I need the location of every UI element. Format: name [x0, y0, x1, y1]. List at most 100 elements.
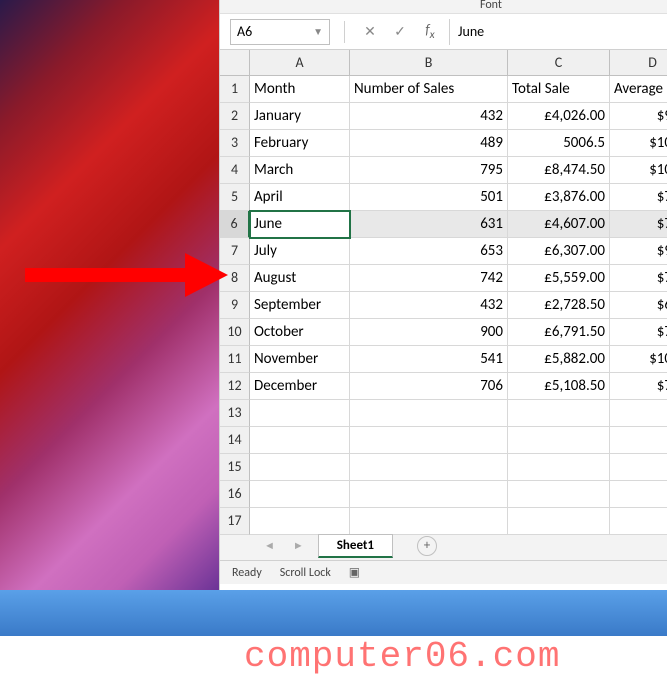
cell[interactable]: 5006.5 — [508, 130, 610, 157]
cell[interactable]: 489 — [350, 130, 508, 157]
row-header[interactable]: 10 — [220, 319, 250, 346]
column-header-C[interactable]: C — [508, 50, 610, 76]
cell[interactable]: £5,882.00 — [508, 346, 610, 373]
cell[interactable]: £6,791.50 — [508, 319, 610, 346]
fx-icon[interactable]: fx — [419, 21, 441, 42]
cell[interactable] — [610, 481, 667, 508]
dropdown-icon[interactable]: ▼ — [313, 25, 323, 38]
cell[interactable]: June — [250, 211, 350, 238]
cell[interactable]: $10.87 — [610, 346, 667, 373]
cell[interactable] — [610, 454, 667, 481]
cell[interactable]: $9.32 — [610, 103, 667, 130]
row-header[interactable]: 9 — [220, 292, 250, 319]
cell[interactable]: $7.49 — [610, 265, 667, 292]
cell[interactable] — [350, 400, 508, 427]
cell[interactable]: £5,108.50 — [508, 373, 610, 400]
tab-nav-prev-icon[interactable]: ◄ — [260, 539, 279, 552]
column-header-A[interactable]: A — [250, 50, 350, 76]
row-header[interactable]: 17 — [220, 508, 250, 535]
cell[interactable]: 900 — [350, 319, 508, 346]
row-header[interactable]: 3 — [220, 130, 250, 157]
cell[interactable]: January — [250, 103, 350, 130]
cell[interactable] — [508, 427, 610, 454]
row-header[interactable]: 4 — [220, 157, 250, 184]
row-header[interactable]: 11 — [220, 346, 250, 373]
cell[interactable]: September — [250, 292, 350, 319]
cell[interactable]: £2,728.50 — [508, 292, 610, 319]
cell[interactable] — [350, 454, 508, 481]
cell[interactable]: 541 — [350, 346, 508, 373]
cell[interactable]: December — [250, 373, 350, 400]
cell[interactable] — [610, 508, 667, 535]
cell[interactable]: February — [250, 130, 350, 157]
cell[interactable]: $6.32 — [610, 292, 667, 319]
cell[interactable] — [508, 481, 610, 508]
cell[interactable] — [250, 454, 350, 481]
cancel-icon[interactable]: ✕ — [359, 23, 381, 40]
add-sheet-button[interactable]: + — [417, 536, 437, 556]
row-header[interactable]: 13 — [220, 400, 250, 427]
cell[interactable]: 432 — [350, 103, 508, 130]
enter-icon[interactable]: ✓ — [389, 23, 411, 40]
cell[interactable]: 631 — [350, 211, 508, 238]
cell[interactable] — [508, 508, 610, 535]
select-all-corner[interactable] — [220, 50, 250, 76]
column-header-B[interactable]: B — [350, 50, 508, 76]
cell[interactable] — [250, 400, 350, 427]
windows-taskbar[interactable] — [0, 590, 667, 636]
cell[interactable]: $9.66 — [610, 238, 667, 265]
cell[interactable] — [250, 427, 350, 454]
cell[interactable]: July — [250, 238, 350, 265]
cell[interactable] — [508, 400, 610, 427]
cell[interactable]: £4,607.00 — [508, 211, 610, 238]
cell[interactable]: 795 — [350, 157, 508, 184]
row-header[interactable]: 12 — [220, 373, 250, 400]
cell[interactable] — [350, 427, 508, 454]
formula-bar[interactable]: June — [449, 19, 667, 45]
row-header[interactable]: 7 — [220, 238, 250, 265]
cell[interactable]: November — [250, 346, 350, 373]
cell[interactable]: £6,307.00 — [508, 238, 610, 265]
cell[interactable]: $10.66 — [610, 157, 667, 184]
cell[interactable]: 653 — [350, 238, 508, 265]
cell[interactable] — [610, 427, 667, 454]
cell[interactable] — [350, 508, 508, 535]
row-header[interactable]: 16 — [220, 481, 250, 508]
cell[interactable]: £4,026.00 — [508, 103, 610, 130]
cell[interactable]: 501 — [350, 184, 508, 211]
cell[interactable]: Number of Sales — [350, 76, 508, 103]
cell[interactable]: 706 — [350, 373, 508, 400]
row-header[interactable]: 2 — [220, 103, 250, 130]
cell[interactable]: Average — [610, 76, 667, 103]
row-header[interactable]: 1 — [220, 76, 250, 103]
cell[interactable]: £5,559.00 — [508, 265, 610, 292]
cell[interactable]: £3,876.00 — [508, 184, 610, 211]
cell[interactable]: $7.24 — [610, 373, 667, 400]
cell[interactable]: August — [250, 265, 350, 292]
cell[interactable] — [350, 481, 508, 508]
sheet-tab-active[interactable]: Sheet1 — [318, 534, 393, 558]
name-box[interactable]: A6 ▼ — [230, 19, 330, 45]
cell[interactable]: $7.74 — [610, 184, 667, 211]
tab-nav-next-icon[interactable]: ► — [289, 539, 308, 552]
cell[interactable]: October — [250, 319, 350, 346]
row-header[interactable]: 8 — [220, 265, 250, 292]
row-header[interactable]: 15 — [220, 454, 250, 481]
cell[interactable]: Total Sale — [508, 76, 610, 103]
cell[interactable] — [508, 454, 610, 481]
cell[interactable]: $10.24 — [610, 130, 667, 157]
column-header-D[interactable]: D — [610, 50, 667, 76]
cell[interactable]: March — [250, 157, 350, 184]
cell[interactable] — [250, 481, 350, 508]
row-header[interactable]: 6 — [220, 211, 250, 238]
macro-record-icon[interactable]: ▣ — [349, 565, 360, 580]
cell[interactable]: 742 — [350, 265, 508, 292]
cell[interactable] — [250, 508, 350, 535]
cell[interactable]: £8,474.50 — [508, 157, 610, 184]
row-header[interactable]: 14 — [220, 427, 250, 454]
row-header[interactable]: 5 — [220, 184, 250, 211]
cell[interactable]: $7.55 — [610, 319, 667, 346]
cell[interactable] — [610, 400, 667, 427]
cell[interactable]: April — [250, 184, 350, 211]
cell[interactable]: $7.30 — [610, 211, 667, 238]
